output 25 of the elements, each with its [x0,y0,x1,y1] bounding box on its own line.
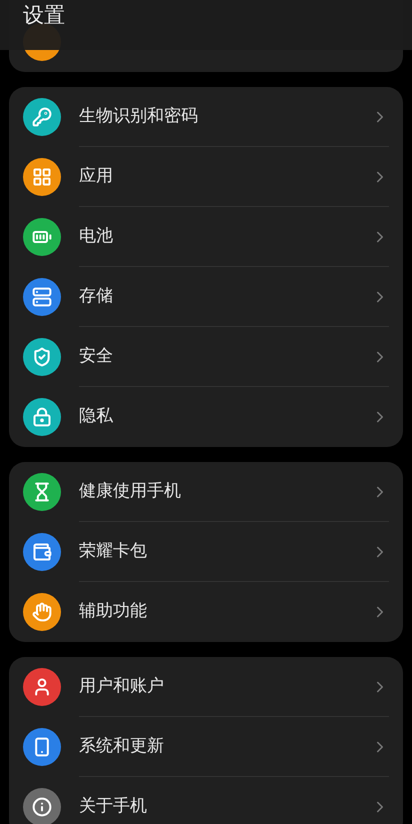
settings-item[interactable]: 系统和更新 [9,717,403,777]
item-label: 应用 [79,164,114,188]
item-label: 用户和账户 [79,674,165,698]
settings-item[interactable]: 安全 [9,327,403,387]
settings-item[interactable]: 健康使用手机 [9,462,403,522]
item-label: 关于手机 [79,795,148,818]
settings-item[interactable]: 辅助功能 [9,582,403,642]
page-title: 设置 [23,2,65,30]
item-label: 安全 [79,344,114,368]
item-label: 辅助功能 [79,600,148,624]
settings-item[interactable]: 荣耀卡包 [9,522,403,582]
settings-item[interactable]: 电池 [9,207,403,267]
item-label: 存储 [79,284,114,308]
settings-item[interactable]: 关于手机 [9,777,403,824]
settings-item[interactable]: 应用 [9,147,403,207]
item-label: 健康使用手机 [79,480,182,503]
settings-item[interactable]: 隐私 [9,387,403,447]
item-label: 隐私 [79,405,114,428]
item-label: 荣耀卡包 [79,540,148,563]
item-label: 生物识别和密码 [79,104,199,128]
settings-item[interactable]: 存储 [9,267,403,327]
settings-item[interactable]: 用户和账户 [9,657,403,717]
item-label: 电池 [79,224,114,248]
settings-item[interactable]: 生物识别和密码 [9,87,403,147]
item-label: 系统和更新 [79,734,165,758]
